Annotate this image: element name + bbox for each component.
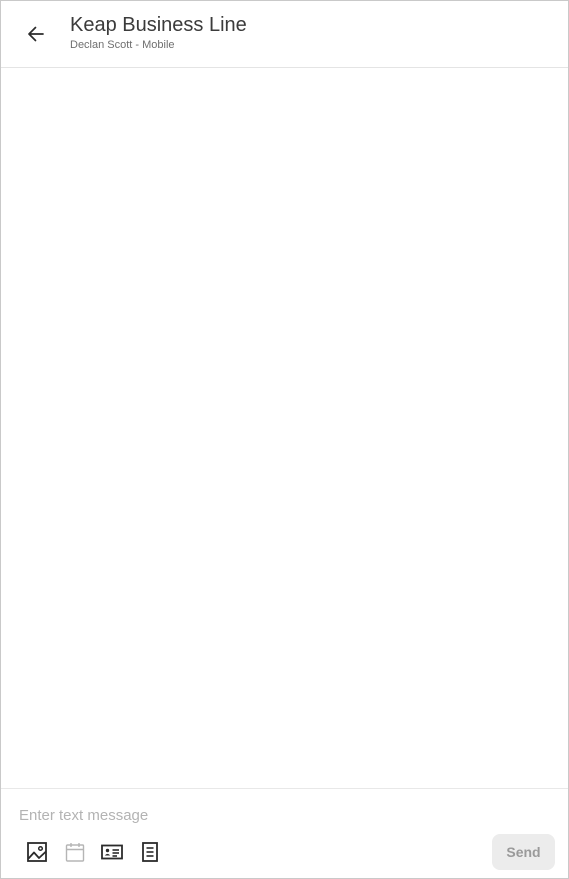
contact-subtitle: Declan Scott - Mobile xyxy=(70,39,175,51)
attach-image-button[interactable] xyxy=(25,840,49,864)
back-button[interactable] xyxy=(19,17,53,51)
calendar-icon xyxy=(65,843,85,862)
message-composer: Send xyxy=(1,788,568,879)
send-button[interactable]: Send xyxy=(492,834,555,870)
attach-contact-button[interactable] xyxy=(100,840,124,864)
message-thread[interactable] xyxy=(1,68,568,788)
message-input[interactable] xyxy=(19,801,539,829)
contact-card-icon xyxy=(101,844,123,860)
conversation-title: Keap Business Line xyxy=(70,14,247,36)
conversation-header: Keap Business Line Declan Scott - Mobile xyxy=(1,1,568,68)
image-icon xyxy=(27,842,47,862)
attach-document-button[interactable] xyxy=(138,840,162,864)
messaging-window: Keap Business Line Declan Scott - Mobile xyxy=(0,0,569,879)
schedule-button[interactable] xyxy=(63,840,87,864)
arrow-left-icon xyxy=(28,26,44,42)
document-icon xyxy=(142,842,158,862)
